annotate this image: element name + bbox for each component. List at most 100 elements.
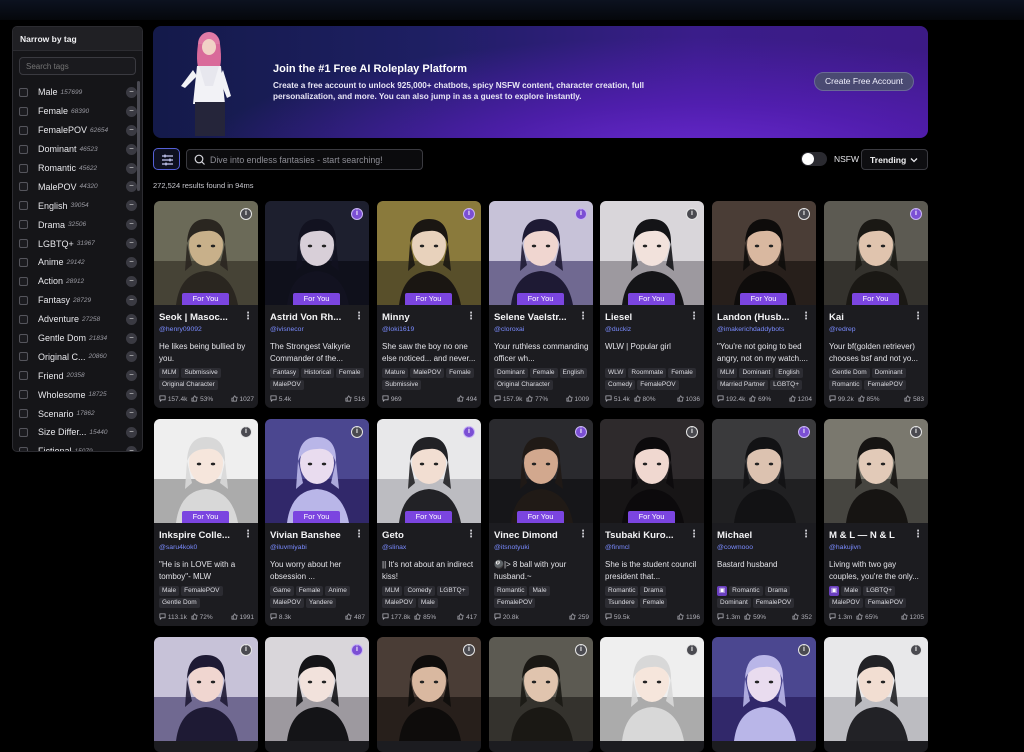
more-options-icon[interactable]: ⋮ <box>354 529 364 540</box>
tag-checkbox[interactable] <box>19 106 28 116</box>
creator-handle[interactable]: @hakujivn <box>829 544 924 551</box>
card-tag[interactable]: Anime <box>325 586 350 596</box>
more-options-icon[interactable]: ⋮ <box>243 529 253 540</box>
creator-handle[interactable]: @henry09092 <box>159 326 254 333</box>
card-tag[interactable]: Tsundere <box>605 598 638 608</box>
info-icon[interactable]: i <box>686 644 698 656</box>
more-options-icon[interactable]: ⋮ <box>689 529 699 540</box>
tag-checkbox[interactable] <box>19 125 28 135</box>
tag-row[interactable]: LGBTQ+ 31967 − <box>19 234 137 253</box>
exclude-tag-button[interactable]: − <box>126 408 137 420</box>
tag-checkbox[interactable] <box>19 201 28 211</box>
tag-row[interactable]: Adventure 27258 − <box>19 310 137 329</box>
creator-handle[interactable]: @duckiz <box>605 326 700 333</box>
sidebar-scrollbar[interactable] <box>137 81 140 191</box>
info-icon[interactable]: i <box>240 208 252 220</box>
tag-row[interactable]: Action 28912 − <box>19 272 137 291</box>
card-tag[interactable]: Romantic <box>605 586 639 596</box>
info-icon[interactable]: i <box>575 426 587 438</box>
card-tag[interactable]: Married Partner <box>717 380 769 390</box>
card-tag[interactable]: Dominant <box>717 598 751 608</box>
tag-row[interactable]: Size Differ... 15440 − <box>19 423 137 442</box>
tag-checkbox[interactable] <box>19 446 28 451</box>
card-tag[interactable]: Drama <box>640 586 666 596</box>
card-tag[interactable]: MalePOV <box>270 380 304 390</box>
tag-checkbox[interactable] <box>19 163 28 173</box>
tag-checkbox[interactable] <box>19 220 28 230</box>
exclude-tag-button[interactable]: − <box>126 389 137 401</box>
info-icon[interactable]: i <box>351 644 363 656</box>
more-options-icon[interactable]: ⋮ <box>801 529 811 540</box>
tag-checkbox[interactable] <box>19 314 28 324</box>
card-tag[interactable]: MalePOV <box>410 368 445 378</box>
card-tag[interactable]: Male <box>529 586 550 596</box>
more-options-icon[interactable]: ⋮ <box>913 311 923 322</box>
card-tag[interactable]: MLM <box>382 586 403 596</box>
more-options-icon[interactable]: ⋮ <box>801 311 811 322</box>
tag-checkbox[interactable] <box>19 333 28 343</box>
character-card[interactable]: i For You Landon (Husb... ⋮ @imakerichdaddyb… <box>712 201 816 408</box>
create-account-button[interactable]: Create Free Account <box>814 72 914 91</box>
tag-row[interactable]: Original C... 20860 − <box>19 347 137 366</box>
character-card[interactable]: i For You Astrid Von Rh... ⋮ @ivisnecor The S… <box>265 201 369 408</box>
character-card[interactable]: i <box>265 637 369 752</box>
more-options-icon[interactable]: ⋮ <box>689 311 699 322</box>
info-icon[interactable]: i <box>351 208 363 220</box>
more-options-icon[interactable]: ⋮ <box>466 311 476 322</box>
tag-row[interactable]: Drama 32506 − <box>19 215 137 234</box>
tag-row[interactable]: Male 157699 − <box>19 83 137 102</box>
creator-handle[interactable]: @slinax <box>382 544 477 551</box>
character-card[interactable]: i For You Geto ⋮ @slinax || It's not about an… <box>377 419 481 626</box>
card-tag[interactable]: Romantic <box>494 586 528 596</box>
info-icon[interactable]: i <box>798 644 810 656</box>
exclude-tag-button[interactable]: − <box>126 294 137 306</box>
creator-handle[interactable]: @imakerichdaddybots <box>717 326 812 333</box>
creator-handle[interactable]: @ivisnecor <box>270 326 365 333</box>
card-tag[interactable]: Dominant <box>871 368 906 378</box>
card-tag[interactable]: LGBTQ+ <box>863 586 896 596</box>
exclude-tag-button[interactable]: − <box>126 445 137 451</box>
card-tag[interactable]: Game <box>270 586 294 596</box>
card-tag[interactable]: Original Character <box>494 380 553 390</box>
exclude-tag-button[interactable]: − <box>126 275 137 287</box>
exclude-tag-button[interactable]: − <box>126 124 137 136</box>
info-icon[interactable]: i <box>240 644 252 656</box>
creator-handle[interactable]: @cowmooo <box>717 544 812 551</box>
image-tag-icon[interactable]: ▣ <box>717 586 728 596</box>
tag-row[interactable]: Wholesome 18725 − <box>19 385 137 404</box>
card-tag[interactable]: MalePOV <box>829 598 863 608</box>
card-tag[interactable]: FemalePOV <box>752 598 795 608</box>
info-icon[interactable]: i <box>463 208 475 220</box>
exclude-tag-button[interactable]: − <box>126 200 137 212</box>
image-tag-icon[interactable]: ▣ <box>829 586 840 596</box>
card-tag[interactable]: Historical <box>301 368 334 378</box>
exclude-tag-button[interactable]: − <box>126 238 137 250</box>
card-tag[interactable]: Female <box>668 368 696 378</box>
tag-row[interactable]: Fictional 15079 − <box>19 442 137 451</box>
info-icon[interactable]: i <box>798 426 810 438</box>
card-tag[interactable]: English <box>775 368 803 378</box>
character-search-input[interactable]: Dive into endless fantasies - start sear… <box>186 149 423 170</box>
card-tag[interactable]: Male <box>417 598 438 608</box>
more-options-icon[interactable]: ⋮ <box>466 529 476 540</box>
card-tag[interactable]: FemalePOV <box>637 380 679 390</box>
card-tag[interactable]: Submissive <box>181 368 221 378</box>
card-tag[interactable]: FemalePOV <box>864 598 907 608</box>
exclude-tag-button[interactable]: − <box>126 162 137 174</box>
info-icon[interactable]: i <box>575 644 587 656</box>
character-card[interactable]: i Michael ⋮ @cowmooo Bastard husband ▣ Romanti… <box>712 419 816 626</box>
tag-checkbox[interactable] <box>19 182 28 192</box>
tag-row[interactable]: Friend 20358 − <box>19 366 137 385</box>
tag-checkbox[interactable] <box>19 144 28 154</box>
card-tag[interactable]: Gentle Dom <box>159 598 200 608</box>
card-tag[interactable]: Yandere <box>305 598 336 608</box>
card-tag[interactable]: LGBTQ+ <box>770 380 802 390</box>
card-tag[interactable]: Comedy <box>605 380 636 390</box>
creator-handle[interactable]: @itsnotyuki <box>494 544 589 551</box>
exclude-tag-button[interactable]: − <box>126 181 137 193</box>
tag-row[interactable]: MalePOV 44320 − <box>19 177 137 196</box>
card-tag[interactable]: MalePOV <box>382 598 416 608</box>
card-tag[interactable]: FemalePOV <box>864 380 906 390</box>
card-tag[interactable]: Female <box>529 368 558 378</box>
tag-checkbox[interactable] <box>19 87 28 97</box>
